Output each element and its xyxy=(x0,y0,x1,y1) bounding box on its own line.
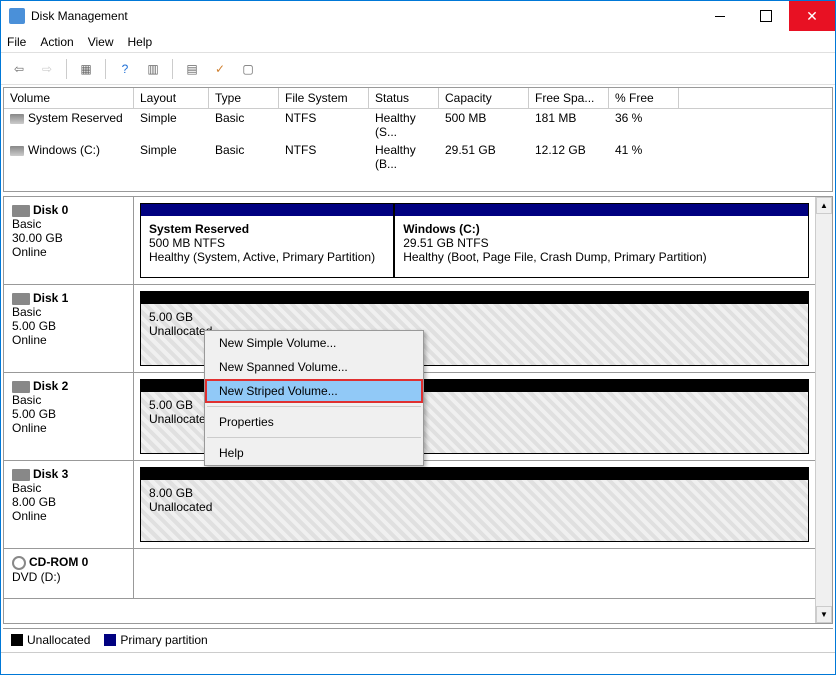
titlebar[interactable]: Disk Management xyxy=(1,1,835,31)
menu-new-simple-volume[interactable]: New Simple Volume... xyxy=(205,331,423,355)
disk-icon xyxy=(12,381,30,393)
menu-action[interactable]: Action xyxy=(40,35,73,49)
scrollbar[interactable]: ▲ ▼ xyxy=(815,197,832,623)
disk-info[interactable]: Disk 0 Basic 30.00 GB Online xyxy=(4,197,134,284)
volume-icon xyxy=(10,146,24,156)
col-filesystem[interactable]: File System xyxy=(279,88,369,108)
disk-icon xyxy=(12,205,30,217)
window-controls xyxy=(697,1,835,31)
scroll-up-icon[interactable]: ▲ xyxy=(816,197,832,214)
disk-row: CD-ROM 0 DVD (D:) xyxy=(4,549,815,599)
list-row[interactable]: Windows (C:) Simple Basic NTFS Healthy (… xyxy=(4,141,832,173)
col-capacity[interactable]: Capacity xyxy=(439,88,529,108)
toolbar-view-icon[interactable]: ▦ xyxy=(74,58,98,80)
partition-bar xyxy=(395,204,808,216)
scroll-down-icon[interactable]: ▼ xyxy=(816,606,832,623)
volume-list[interactable]: Volume Layout Type File System Status Ca… xyxy=(3,87,833,192)
menu-view[interactable]: View xyxy=(88,35,114,49)
disk-row: Disk 0 Basic 30.00 GB Online System Rese… xyxy=(4,197,815,285)
menu-new-spanned-volume[interactable]: New Spanned Volume... xyxy=(205,355,423,379)
cdrom-icon xyxy=(12,556,26,570)
minimize-button[interactable] xyxy=(697,1,743,31)
disk-info[interactable]: Disk 1 Basic 5.00 GB Online xyxy=(4,285,134,372)
col-layout[interactable]: Layout xyxy=(134,88,209,108)
toolbar-icon[interactable]: ▢ xyxy=(236,58,260,80)
help-icon[interactable]: ? xyxy=(113,58,137,80)
disk-icon xyxy=(12,293,30,305)
menu-new-striped-volume[interactable]: New Striped Volume... xyxy=(205,379,423,403)
disk-info[interactable]: Disk 3 Basic 8.00 GB Online xyxy=(4,461,134,548)
close-button[interactable] xyxy=(789,1,835,31)
forward-button[interactable]: ⇨ xyxy=(35,58,59,80)
toolbar-icon[interactable]: ▥ xyxy=(141,58,165,80)
back-button[interactable]: ⇦ xyxy=(7,58,31,80)
col-type[interactable]: Type xyxy=(209,88,279,108)
partition[interactable]: Windows (C:) 29.51 GB NTFS Healthy (Boot… xyxy=(394,203,809,278)
col-status[interactable]: Status xyxy=(369,88,439,108)
partition-unallocated[interactable]: 8.00 GB Unallocated xyxy=(140,467,809,542)
menu-separator xyxy=(207,406,421,407)
window-title: Disk Management xyxy=(31,9,697,23)
app-icon xyxy=(9,8,25,24)
disk-icon xyxy=(12,469,30,481)
menu-separator xyxy=(207,437,421,438)
disk-management-window: Disk Management File Action View Help ⇦ … xyxy=(0,0,836,675)
partition-bar xyxy=(141,204,393,216)
toolbar: ⇦ ⇨ ▦ ? ▥ ▤ ✓ ▢ xyxy=(1,53,835,85)
graphical-view: Disk 0 Basic 30.00 GB Online System Rese… xyxy=(3,196,833,624)
menu-properties[interactable]: Properties xyxy=(205,410,423,434)
disk-info[interactable]: CD-ROM 0 DVD (D:) xyxy=(4,549,134,598)
menu-help[interactable]: Help xyxy=(205,441,423,465)
list-header: Volume Layout Type File System Status Ca… xyxy=(4,88,832,109)
partition-bar xyxy=(141,292,808,304)
menubar: File Action View Help xyxy=(1,31,835,53)
menu-help[interactable]: Help xyxy=(128,35,153,49)
legend: Unallocated Primary partition xyxy=(3,628,833,650)
maximize-button[interactable] xyxy=(743,1,789,31)
partition[interactable]: System Reserved 500 MB NTFS Healthy (Sys… xyxy=(140,203,394,278)
partition-bar xyxy=(141,468,808,480)
col-freespace[interactable]: Free Spa... xyxy=(529,88,609,108)
legend-swatch-unallocated xyxy=(11,634,23,646)
disk-info[interactable]: Disk 2 Basic 5.00 GB Online xyxy=(4,373,134,460)
col-volume[interactable]: Volume xyxy=(4,88,134,108)
toolbar-icon[interactable]: ▤ xyxy=(180,58,204,80)
menu-file[interactable]: File xyxy=(7,35,26,49)
col-pctfree[interactable]: % Free xyxy=(609,88,679,108)
toolbar-check-icon[interactable]: ✓ xyxy=(208,58,232,80)
disk-row: Disk 3 Basic 8.00 GB Online 8.00 GB Unal… xyxy=(4,461,815,549)
statusbar xyxy=(1,652,835,674)
legend-swatch-primary xyxy=(104,634,116,646)
context-menu: New Simple Volume... New Spanned Volume.… xyxy=(204,330,424,466)
list-row[interactable]: System Reserved Simple Basic NTFS Health… xyxy=(4,109,832,141)
volume-icon xyxy=(10,114,24,124)
